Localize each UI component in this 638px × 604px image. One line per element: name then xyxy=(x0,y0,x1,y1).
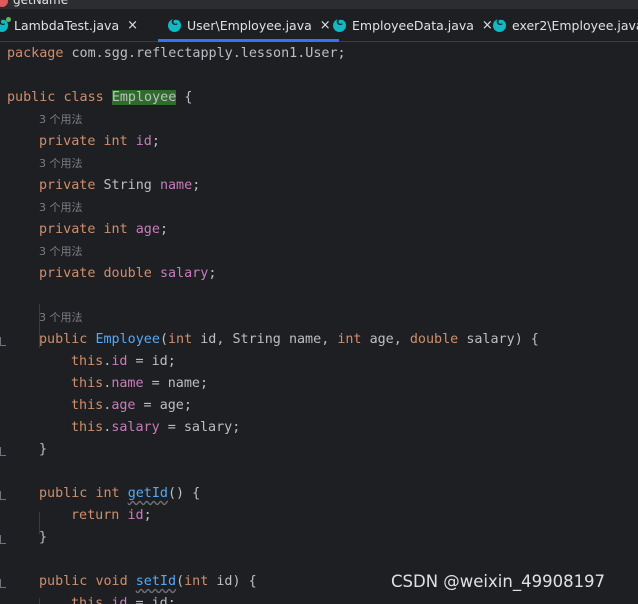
code-line: private int age; xyxy=(39,222,168,237)
tab-user-employee[interactable]: User\Employee.java × xyxy=(158,9,339,42)
fold-marker[interactable] xyxy=(0,579,6,588)
code-line: this.age = age; xyxy=(71,398,192,413)
method-icon xyxy=(0,0,8,7)
usage-hint[interactable]: 3 个用法 xyxy=(39,109,83,131)
usage-hint[interactable]: 3 个用法 xyxy=(39,307,83,329)
top-strip-label: getName xyxy=(13,0,69,7)
top-strip: getName xyxy=(0,0,638,9)
indent-guide xyxy=(39,598,40,604)
close-icon[interactable]: × xyxy=(320,18,331,33)
code-line: } xyxy=(39,442,48,457)
tab-label: EmployeeData.java xyxy=(352,17,474,33)
usage-hint[interactable]: 3 个用法 xyxy=(39,241,83,263)
watermark: CSDN @weixin_49908197 xyxy=(391,572,606,591)
fold-marker[interactable] xyxy=(0,535,6,544)
code-line: private String name; xyxy=(39,178,201,193)
code-line: public int getId() { xyxy=(39,486,201,501)
code-line: public class Employee { xyxy=(7,90,193,105)
fold-marker[interactable] xyxy=(0,447,6,456)
java-class-icon xyxy=(168,18,181,32)
fold-marker[interactable] xyxy=(0,491,6,500)
close-icon[interactable]: × xyxy=(127,18,138,33)
code-line: this.salary = salary; xyxy=(71,420,241,435)
editor-tab-bar: LambdaTest.java × User\Employee.java × E… xyxy=(0,9,638,42)
code-line: return id; xyxy=(71,508,152,523)
tab-lambdatest[interactable]: LambdaTest.java × xyxy=(0,9,138,41)
tab-label: exer2\Employee.java xyxy=(512,17,638,33)
code-line: public Employee(int id, String name, int… xyxy=(39,332,539,347)
code-line: this.name = name; xyxy=(71,376,209,391)
class-name-highlight: Employee xyxy=(111,90,177,105)
code-line: this.id = id; xyxy=(71,596,176,604)
usage-hint[interactable]: 3 个用法 xyxy=(39,153,83,175)
tab-label: LambdaTest.java xyxy=(14,17,120,33)
code-line: public void setId(int id) { xyxy=(39,574,257,589)
code-line: private int id; xyxy=(39,134,160,149)
code-line: this.id = id; xyxy=(71,354,176,369)
fold-marker[interactable] xyxy=(0,337,6,346)
code-line: private double salary; xyxy=(39,266,217,281)
close-icon[interactable]: × xyxy=(482,18,493,33)
java-class-icon xyxy=(333,18,346,32)
tab-exer2-employee[interactable]: exer2\Employee.java xyxy=(493,9,638,41)
usage-hint[interactable]: 3 个用法 xyxy=(39,197,83,219)
tab-employeedata[interactable]: EmployeeData.java × xyxy=(333,9,493,41)
tab-label: User\Employee.java xyxy=(187,17,312,33)
code-editor[interactable]: package com.sgg.reflectapply.lesson1.Use… xyxy=(0,42,638,604)
code-line: package com.sgg.reflectapply.lesson1.Use… xyxy=(7,46,346,61)
java-class-icon xyxy=(0,16,11,32)
java-class-icon xyxy=(493,18,506,32)
code-line: } xyxy=(39,530,48,545)
